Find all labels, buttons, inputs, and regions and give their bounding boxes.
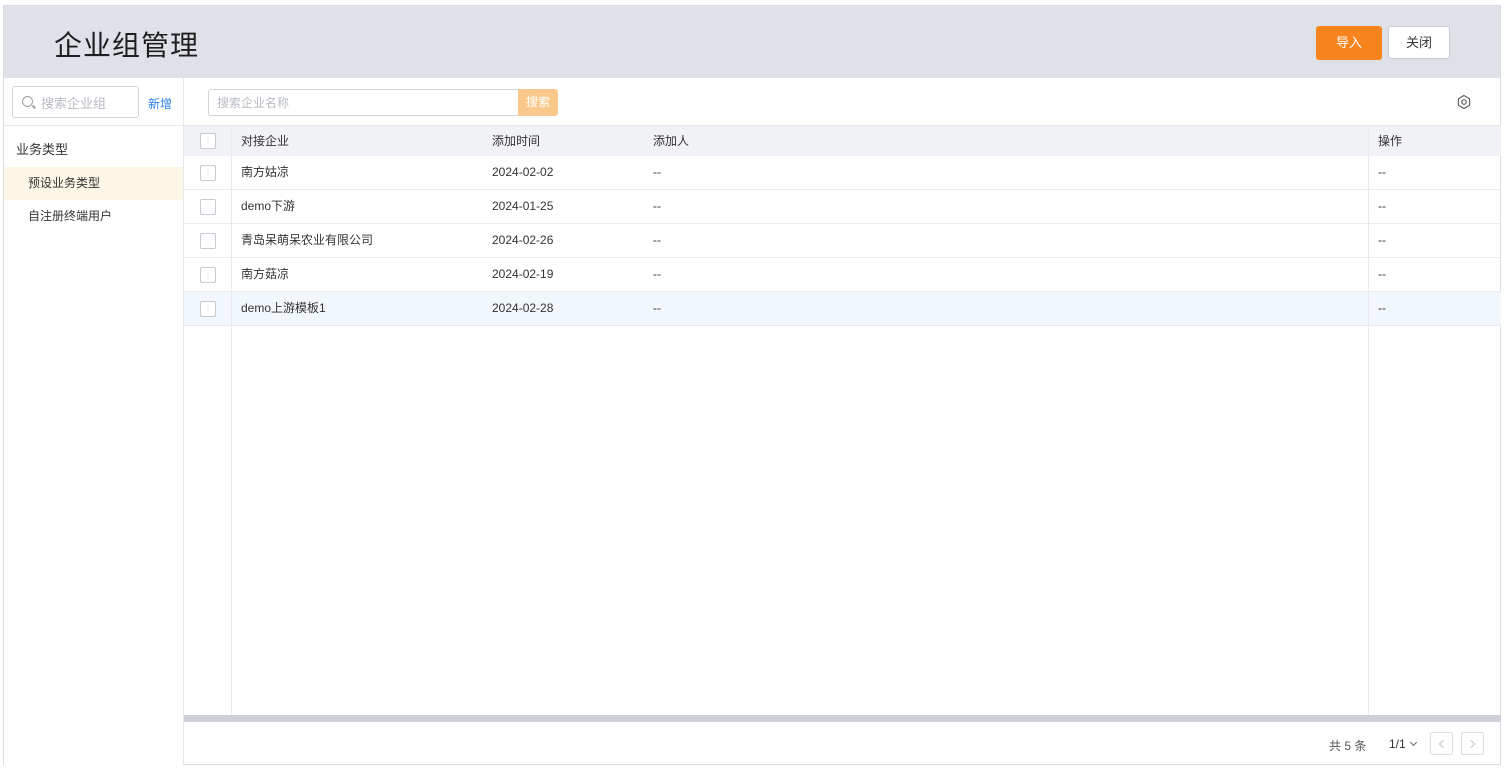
row-checkbox[interactable]	[200, 165, 216, 181]
page-title: 企业组管理	[54, 30, 200, 61]
chevron-right-icon	[1466, 739, 1476, 749]
chevron-left-icon	[1438, 739, 1448, 749]
sidebar-item-preset-business-type[interactable]: 预设业务类型	[4, 167, 183, 200]
column-header-time: 添加时间	[492, 134, 541, 148]
sidebar-item-self-registered-users[interactable]: 自注册终端用户	[4, 200, 183, 233]
row-checkbox[interactable]	[200, 267, 216, 283]
cell-adder: --	[653, 199, 661, 213]
main-content: 搜索 对接企业 添加时间 添加人 操作 南方姑凉 2024-02-02 -- -…	[184, 78, 1501, 766]
app-window: 企业组管理 导入 关闭 新增 业务类型 预设业务类型 自注册终端用户 搜索 对接…	[3, 5, 1501, 766]
cell-time: 2024-02-26	[492, 233, 554, 247]
sidebar-group-title: 业务类型	[16, 142, 69, 157]
cell-action: --	[1378, 165, 1386, 179]
cell-company: 南方姑凉	[241, 165, 290, 179]
page-header: 企业组管理 导入 关闭	[4, 6, 1500, 78]
table-row[interactable]: demo下游 2024-01-25 -- --	[184, 190, 1501, 224]
prev-page-button[interactable]	[1430, 732, 1453, 755]
sidebar-divider	[4, 125, 183, 126]
column-header-action: 操作	[1378, 134, 1403, 148]
chevron-down-icon	[1409, 738, 1417, 747]
table-row[interactable]: 南方菇凉 2024-02-19 -- --	[184, 258, 1501, 292]
search-icon	[22, 96, 33, 107]
cell-company: demo上游模板1	[241, 301, 326, 315]
company-search-box[interactable]	[208, 89, 518, 116]
close-button[interactable]: 关闭	[1388, 26, 1450, 59]
table-footer: 共 5 条 1/1	[184, 722, 1501, 766]
company-search-input[interactable]	[217, 94, 507, 112]
group-search-input[interactable]	[41, 93, 135, 113]
cell-time: 2024-01-25	[492, 199, 554, 213]
horizontal-scrollbar[interactable]	[184, 715, 1501, 722]
cell-adder: --	[653, 301, 661, 315]
cell-company: demo下游	[241, 199, 296, 213]
add-group-link[interactable]: 新增	[148, 95, 172, 112]
page-indicator: 1/1	[1389, 737, 1406, 751]
cell-action: --	[1378, 233, 1386, 247]
cell-time: 2024-02-28	[492, 301, 554, 315]
table-row[interactable]: 南方姑凉 2024-02-02 -- --	[184, 156, 1501, 190]
column-header-company: 对接企业	[241, 134, 290, 148]
sidebar: 新增 业务类型 预设业务类型 自注册终端用户	[4, 78, 184, 766]
cell-time: 2024-02-02	[492, 165, 554, 179]
row-checkbox[interactable]	[200, 233, 216, 249]
row-checkbox[interactable]	[200, 301, 216, 317]
column-divider	[231, 126, 232, 716]
cell-adder: --	[653, 267, 661, 281]
select-all-checkbox[interactable]	[200, 133, 216, 149]
settings-icon[interactable]	[1456, 94, 1472, 110]
row-checkbox[interactable]	[200, 199, 216, 215]
column-header-adder: 添加人	[653, 134, 690, 148]
cell-action: --	[1378, 199, 1386, 213]
group-search-box[interactable]	[12, 86, 139, 118]
cell-time: 2024-02-19	[492, 267, 554, 281]
cell-action: --	[1378, 301, 1386, 315]
cell-adder: --	[653, 165, 661, 179]
next-page-button[interactable]	[1461, 732, 1484, 755]
import-button[interactable]: 导入	[1316, 26, 1382, 60]
table-row[interactable]: 青岛呆萌呆农业有限公司 2024-02-26 -- --	[184, 224, 1501, 258]
page-select[interactable]: 1/1	[1389, 737, 1417, 751]
table-row[interactable]: demo上游模板1 2024-02-28 -- --	[184, 292, 1501, 326]
total-count: 共 5 条	[1329, 739, 1367, 753]
cell-company: 青岛呆萌呆农业有限公司	[241, 233, 374, 247]
column-divider	[1368, 126, 1369, 716]
cell-company: 南方菇凉	[241, 267, 290, 281]
table-header: 对接企业 添加时间 添加人 操作	[184, 126, 1501, 156]
cell-adder: --	[653, 233, 661, 247]
company-table: 对接企业 添加时间 添加人 操作 南方姑凉 2024-02-02 -- -- d…	[184, 125, 1501, 716]
search-button[interactable]: 搜索	[518, 89, 558, 116]
cell-action: --	[1378, 267, 1386, 281]
